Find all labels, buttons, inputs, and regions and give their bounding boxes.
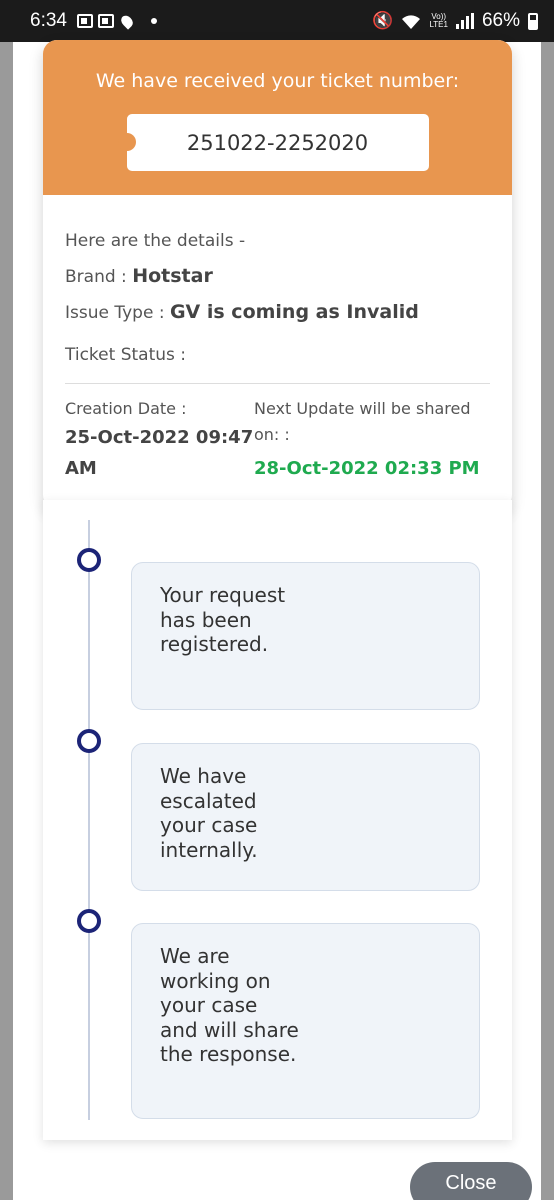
timeline-step-icon bbox=[77, 548, 101, 572]
timeline-step-icon bbox=[77, 909, 101, 933]
signal-icon bbox=[455, 13, 474, 29]
timeline-line bbox=[88, 520, 90, 1120]
timeline-step-icon bbox=[77, 729, 101, 753]
mute-icon: 🔇 bbox=[372, 11, 394, 30]
dot-icon bbox=[150, 18, 157, 24]
issue-row: Issue Type : GV is coming as Invalid bbox=[65, 301, 490, 323]
close-button[interactable]: Close bbox=[410, 1162, 532, 1200]
ticket-number: 251022-2252020 bbox=[117, 114, 429, 171]
progress-timeline: Your request has been registered. We hav… bbox=[43, 500, 512, 1140]
issue-label: Issue Type : bbox=[65, 303, 165, 323]
next-update-value: 28-Oct-2022 02:33 PM bbox=[254, 458, 480, 479]
creation-date-value: 25-Oct-2022 09:47 AM bbox=[65, 427, 254, 479]
location-icon bbox=[118, 12, 136, 30]
dates-row: Creation Date : 25-Oct-2022 09:47 AM Nex… bbox=[65, 396, 490, 485]
status-row: Ticket Status : bbox=[65, 345, 490, 365]
ticket-card: We have received your ticket number: 251… bbox=[43, 40, 512, 509]
received-text: We have received your ticket number: bbox=[95, 70, 460, 92]
status-label: Ticket Status : bbox=[65, 345, 187, 365]
timeline-step: We are working on your case and will sha… bbox=[131, 923, 480, 1119]
brand-label: Brand : bbox=[65, 267, 127, 287]
timeline-step: Your request has been registered. bbox=[131, 562, 480, 710]
next-update-label: Next Update will be shared on: : bbox=[254, 399, 471, 444]
brand-row: Brand : Hotstar bbox=[65, 265, 490, 287]
outlook-icon bbox=[76, 14, 93, 28]
details-intro: Here are the details - bbox=[65, 231, 246, 251]
volte-indicator: Vo)) LTE1 bbox=[429, 12, 448, 29]
clock: 6:34 bbox=[30, 10, 67, 31]
creation-date-label: Creation Date : bbox=[65, 399, 187, 418]
timeline-step-text: We have escalated your case internally. bbox=[160, 764, 258, 862]
timeline-step: We have escalated your case internally. bbox=[131, 743, 480, 891]
wifi-icon bbox=[401, 14, 421, 29]
ticket-details: Here are the details - Brand : Hotstar I… bbox=[43, 231, 512, 485]
ticket-header: We have received your ticket number: 251… bbox=[43, 40, 512, 195]
battery-percent: 66% bbox=[481, 10, 520, 31]
battery-icon bbox=[528, 12, 538, 30]
divider bbox=[65, 383, 490, 384]
timeline-step-text: We are working on your case and will sha… bbox=[160, 944, 299, 1066]
brand-value: Hotstar bbox=[132, 265, 213, 287]
issue-value: GV is coming as Invalid bbox=[169, 301, 419, 323]
outlook-icon bbox=[97, 14, 114, 28]
timeline-step-text: Your request has been registered. bbox=[160, 583, 286, 656]
status-bar: 6:34 🔇 Vo)) LTE1 66% bbox=[0, 0, 554, 42]
